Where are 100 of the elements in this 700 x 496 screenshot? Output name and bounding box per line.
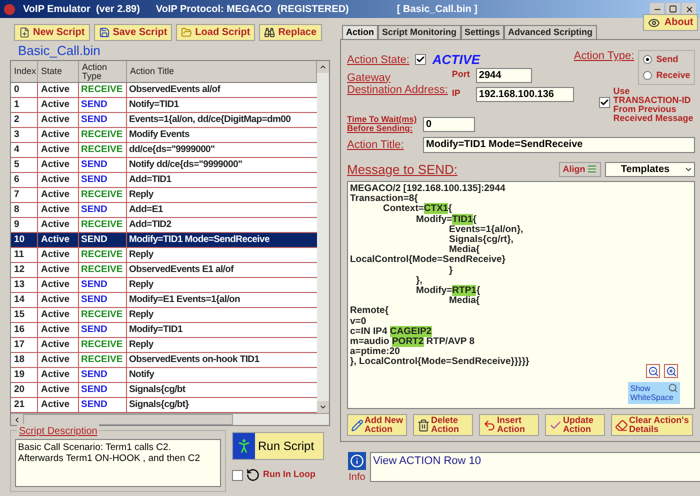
table-row[interactable]: 21 Active SEND Signals{cg/bt} (11, 398, 317, 413)
maximize-icon (669, 5, 677, 13)
title-cell-text: ObservedEvents al/of (128, 83, 222, 97)
state-cell: Active (38, 203, 79, 217)
message-editor[interactable] (347, 181, 696, 409)
table-row[interactable]: 18 Active RECEIVE ObservedEvents on-hook TID1 (11, 353, 317, 368)
action-button[interactable]: Clear Action's Details (611, 414, 693, 436)
table-row[interactable]: 11 Active RECEIVE Reply (11, 248, 317, 263)
table-row[interactable]: 12 Active RECEIVE ObservedEvents E1 al/of (11, 263, 317, 278)
table-row[interactable]: 0 Active RECEIVE ObservedEvents al/of (11, 83, 317, 98)
close-icon (684, 4, 694, 14)
table-row[interactable]: 20 Active SEND Signals{cg/bt (11, 383, 317, 398)
title-cell-text: Reply (128, 308, 154, 322)
window-title: VoIP Emulator (ver 2.89) (23, 2, 140, 16)
description-field[interactable]: Basic Call Scenario: Term1 calls C2. Afterwards Term1 ON-HOOK , and then C2 (15, 439, 221, 487)
tab[interactable]: Settings (460, 25, 504, 39)
eye-icon (648, 16, 660, 28)
index-cell: 11 (11, 248, 38, 262)
index-cell: 5 (11, 158, 38, 172)
tab[interactable]: Script Monitoring (378, 25, 460, 39)
radio-label: Send (656, 53, 678, 66)
close-button[interactable] (682, 3, 696, 15)
message-line: Context=CTX1{ (382, 204, 452, 215)
type-cell: RECEIVE (79, 308, 127, 322)
run-script-button[interactable]: Run Script (232, 432, 324, 460)
action-button[interactable]: Insert Action (479, 414, 539, 436)
horizontal-scrollbar[interactable] (11, 413, 329, 425)
table-row[interactable]: 14 Active SEND Modify=E1 Events=1{al/on (11, 293, 317, 308)
type-cell: RECEIVE (79, 188, 127, 202)
index-cell: 7 (11, 188, 38, 202)
file-title: [ Basic_Call.bin ] (396, 2, 478, 16)
title-cell-text: Modify=E1 Events=1{al/on (128, 293, 242, 307)
toolbar-button[interactable]: New Script (14, 24, 90, 41)
action-button[interactable]: Add New Action (347, 414, 407, 436)
table-row[interactable]: 6 Active SEND Add=TID1 (11, 173, 317, 188)
wait-field[interactable]: 0 (423, 116, 475, 132)
zoom-in-button[interactable] (664, 364, 678, 378)
vertical-scrollbar[interactable] (317, 61, 329, 413)
minimize-button[interactable] (650, 3, 664, 15)
message-line: }, (415, 276, 422, 286)
table-row[interactable]: 16 Active SEND Modify=TID1 (11, 323, 317, 338)
action-button[interactable]: Update Action (545, 414, 605, 436)
table-row[interactable]: 3 Active RECEIVE Modify Events (11, 128, 317, 143)
ip-field[interactable]: 192.168.100.136 (476, 86, 574, 102)
magnifier-icon (668, 383, 678, 393)
about-button[interactable]: About (643, 14, 698, 31)
action-button[interactable]: Delete Action (413, 414, 473, 436)
column-header[interactable]: Action Type (79, 61, 127, 82)
table-row[interactable]: 9 Active RECEIVE Add=TID2 (11, 218, 317, 233)
table-row[interactable]: 13 Active SEND Reply (11, 278, 317, 293)
type-cell: SEND (79, 158, 127, 172)
message-line: Signals{cg/rt}, (448, 235, 514, 246)
action-title-field[interactable]: Modify=TID1 Mode=SendReceive (423, 137, 696, 154)
checkbox[interactable] (415, 54, 426, 66)
type-cell: RECEIVE (79, 218, 127, 232)
align-button[interactable]: Align (558, 162, 602, 177)
table-row[interactable]: 7 Active RECEIVE Reply (11, 188, 317, 203)
tab[interactable]: Advanced Scripting (504, 25, 597, 39)
table-row[interactable]: 15 Active RECEIVE Reply (11, 308, 317, 323)
toolbar-button[interactable]: Replace (259, 24, 322, 41)
radio-button[interactable] (643, 55, 652, 64)
index-cell: 1 (11, 98, 38, 112)
table-row[interactable]: 5 Active SEND Notify dd/ce{ds="9999000" (11, 158, 317, 173)
port-field[interactable]: 2944 (476, 68, 532, 82)
table-row[interactable]: 8 Active SEND Add=E1 (11, 203, 317, 218)
table-row[interactable]: 19 Active SEND Notify (11, 368, 317, 383)
column-header[interactable]: Index (11, 61, 38, 82)
state-cell: Active (38, 248, 79, 262)
check-icon (549, 418, 562, 432)
index-cell: 6 (11, 173, 38, 187)
toolbar-button[interactable]: Load Script (176, 24, 256, 41)
type-cell: SEND (79, 323, 127, 337)
floppy-icon (98, 27, 110, 38)
radio-label: Receive (656, 68, 690, 82)
checkbox[interactable] (599, 97, 610, 108)
title-cell-text: dd/ce{ds="9999000" (128, 143, 216, 157)
table-row[interactable]: 10 Active SEND Modify=TID1 Mode=SendReceive (11, 233, 317, 248)
radio-button[interactable] (643, 70, 652, 80)
type-cell: SEND (79, 113, 127, 127)
app-icon (4, 4, 15, 14)
show-whitespace-button[interactable]: Show WhiteSpace (628, 382, 680, 404)
info-label: Info (348, 471, 366, 485)
checkbox[interactable] (232, 470, 243, 480)
description-line: Basic Call Scenario: Term1 calls C2. (18, 442, 171, 453)
undo-arrow-icon (483, 418, 496, 432)
align-icon (587, 164, 598, 174)
table-row[interactable]: 4 Active RECEIVE dd/ce{ds="9999000" (11, 143, 317, 158)
maximize-button[interactable] (666, 3, 680, 15)
index-cell: 16 (11, 323, 38, 337)
column-header[interactable]: State (38, 61, 79, 82)
document-icon (19, 27, 30, 38)
type-cell: RECEIVE (79, 263, 127, 277)
tab[interactable]: Action (342, 25, 378, 39)
type-cell: RECEIVE (79, 128, 127, 142)
table-row[interactable]: 17 Active RECEIVE Reply (11, 338, 317, 353)
zoom-out-button[interactable] (646, 364, 660, 378)
toolbar-button[interactable]: Save Script (94, 24, 172, 41)
table-row[interactable]: 2 Active SEND Events=1{al/on, dd/ce{DigitMap=dm00 (11, 113, 317, 128)
table-row[interactable]: 1 Active SEND Notify=TID1 (11, 98, 317, 113)
templates-dropdown[interactable]: Templates (605, 162, 696, 177)
